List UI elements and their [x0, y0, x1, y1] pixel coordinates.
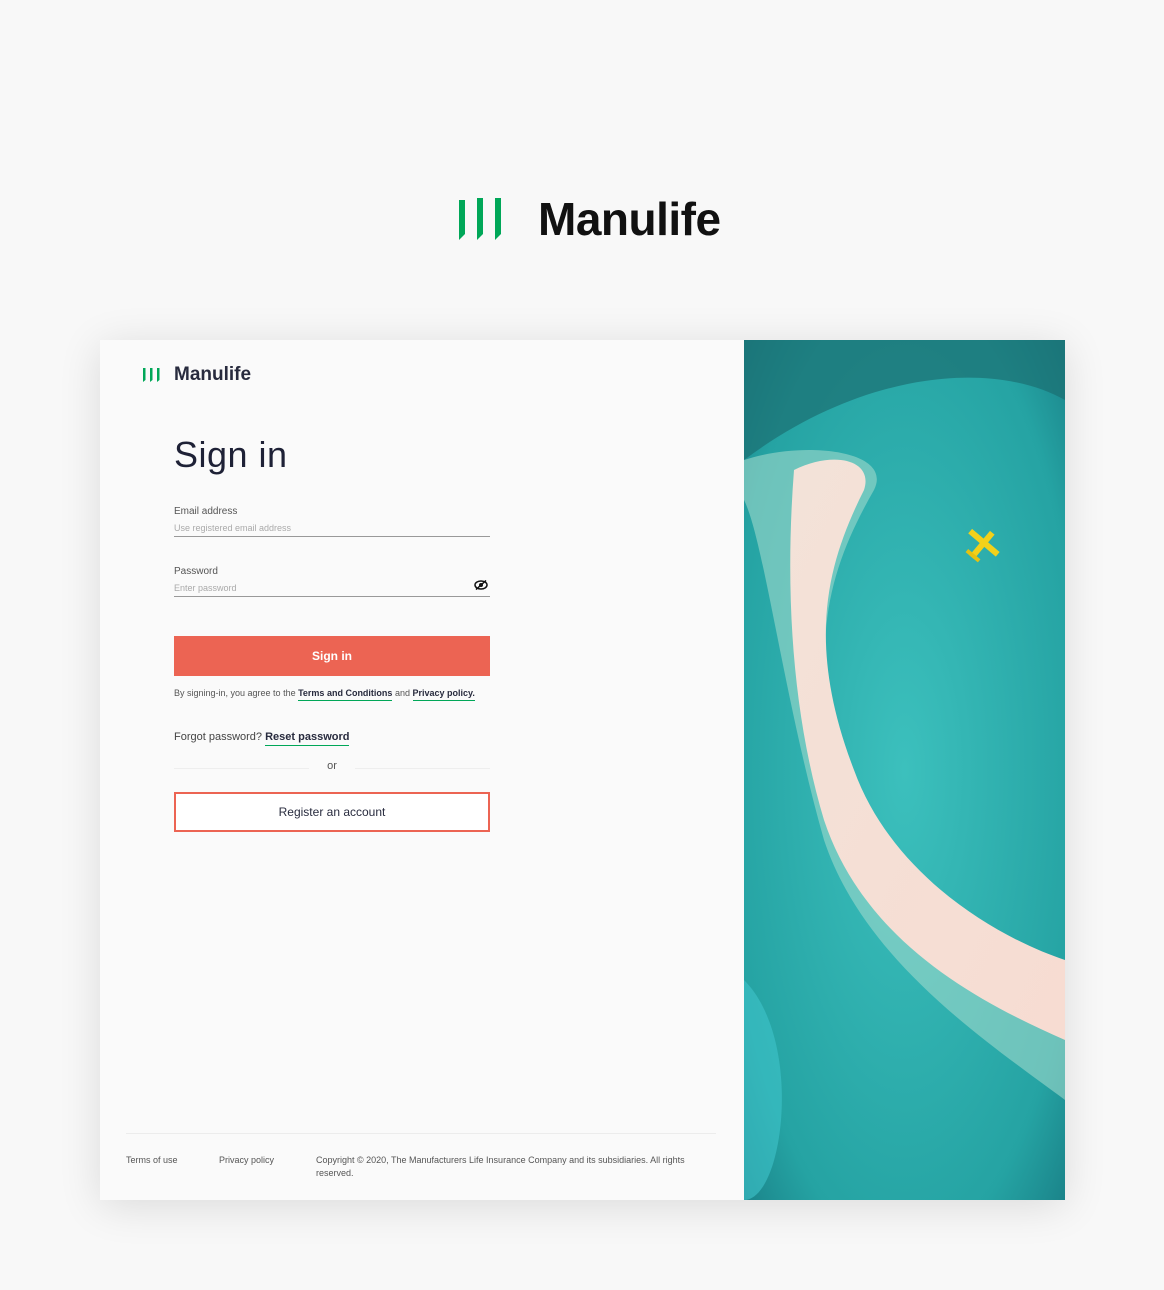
- aerial-beach-image: [744, 340, 1065, 1200]
- brand-name-small: Manulife: [174, 364, 252, 385]
- sign-in-button[interactable]: Sign in: [174, 636, 490, 676]
- password-input[interactable]: [174, 577, 490, 597]
- email-input[interactable]: [174, 517, 490, 537]
- eye-slash-icon[interactable]: [474, 579, 488, 593]
- agree-prefix: By signing-in, you agree to the: [174, 688, 296, 698]
- copyright-text: Copyright © 2020, The Manufacturers Life…: [316, 1155, 685, 1178]
- email-label: Email address: [174, 506, 238, 517]
- page-title: Sign in: [174, 434, 288, 475]
- terms-link[interactable]: Terms and Conditions: [298, 688, 393, 701]
- password-field-group: Password: [174, 566, 490, 597]
- manulife-mark-icon: [143, 368, 160, 382]
- sign-in-panel: Manulife Sign in Email address Password …: [100, 340, 744, 1200]
- privacy-policy-link[interactable]: Privacy policy: [219, 1154, 274, 1167]
- manulife-logo-large: Manulife: [456, 192, 721, 246]
- reset-password-link[interactable]: Reset password: [265, 731, 350, 746]
- agree-and: and: [394, 688, 410, 698]
- brand-name: Manulife: [538, 193, 721, 245]
- password-label: Password: [174, 566, 218, 577]
- manulife-logo-small: Manulife: [142, 364, 251, 386]
- forgot-text: Forgot password?: [174, 731, 263, 743]
- footer-divider: [126, 1133, 716, 1134]
- terms-of-use-link[interactable]: Terms of use: [126, 1154, 178, 1167]
- register-button[interactable]: Register an account: [174, 792, 490, 832]
- forgot-password-row: Forgot password? Reset password: [174, 731, 350, 746]
- or-divider: or: [174, 760, 490, 772]
- privacy-link[interactable]: Privacy policy.: [412, 688, 475, 701]
- manulife-mark-icon: [459, 198, 501, 240]
- sign-in-card: Manulife Sign in Email address Password …: [100, 340, 1065, 1200]
- email-field-group: Email address: [174, 506, 490, 537]
- agreement-text: By signing-in, you agree to the Terms an…: [174, 688, 475, 701]
